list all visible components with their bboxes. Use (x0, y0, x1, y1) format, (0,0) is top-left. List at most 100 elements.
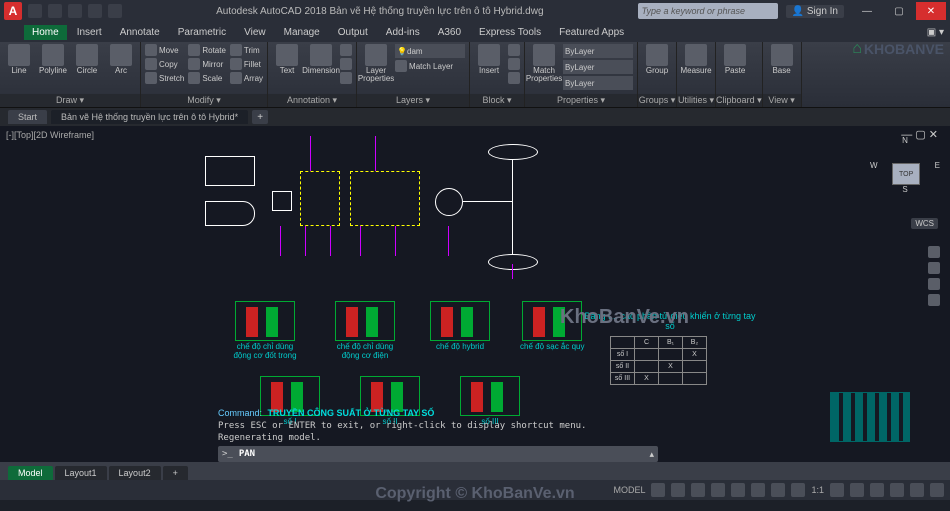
scale-button[interactable]: Scale (188, 72, 226, 84)
palette-toggle-icon[interactable]: ▣ ▾ (927, 27, 944, 38)
rotate-button[interactable]: Rotate (188, 44, 226, 56)
tab-start[interactable]: Start (8, 110, 47, 124)
mirror-button[interactable]: Mirror (188, 58, 226, 70)
measure-button[interactable]: Measure (681, 44, 711, 75)
wcs-badge[interactable]: WCS (911, 218, 938, 229)
line-button[interactable]: Line (4, 44, 34, 75)
arc-button[interactable]: Arc (106, 44, 136, 75)
paste-button[interactable]: Paste (720, 44, 750, 75)
hardware-accel-icon[interactable] (890, 483, 904, 497)
zoom-icon[interactable] (928, 278, 940, 290)
isolate-icon[interactable] (870, 483, 884, 497)
leader-icon[interactable] (340, 44, 352, 56)
layer-dropdown[interactable]: 💡 dam (395, 44, 465, 58)
layer-properties-button[interactable]: Layer Properties (361, 44, 391, 83)
dimension-button[interactable]: Dimension (306, 44, 336, 75)
mtext-icon[interactable] (340, 72, 352, 84)
command-line[interactable]: >_ PAN ▴ (218, 446, 658, 462)
help-search-input[interactable]: Type a keyword or phrase (638, 3, 778, 19)
tab-featured[interactable]: Featured Apps (551, 25, 632, 40)
lineweight-dropdown[interactable]: ByLayer (563, 60, 633, 74)
nav-wheel-icon[interactable] (928, 246, 940, 258)
qat-redo[interactable] (108, 4, 122, 18)
minimize-button[interactable]: — (852, 2, 882, 20)
maximize-button[interactable]: ▢ (884, 2, 914, 20)
base-button[interactable]: Base (767, 44, 797, 75)
tab-active-file[interactable]: Bản vẽ Hệ thống truyền lực trên ô tô Hyb… (51, 110, 248, 124)
compass-top-face[interactable]: TOP (892, 163, 920, 185)
match-layer-button[interactable]: Match Layer (395, 60, 465, 72)
trim-button[interactable]: Trim (230, 44, 263, 56)
group-button[interactable]: Group (642, 44, 672, 75)
tab-insert[interactable]: Insert (69, 25, 110, 40)
color-dropdown[interactable]: ByLayer (563, 44, 633, 58)
panel-block-label[interactable]: Block ▾ (470, 94, 524, 107)
panel-view-label[interactable]: View ▾ (763, 94, 801, 107)
qat-open[interactable] (48, 4, 62, 18)
panel-properties-label[interactable]: Properties ▾ (525, 94, 637, 107)
tab-home[interactable]: Home (24, 25, 67, 40)
close-button[interactable]: ✕ (916, 2, 946, 20)
layout-add[interactable]: + (163, 466, 188, 480)
osnap-toggle-icon[interactable] (731, 483, 745, 497)
layout-model[interactable]: Model (8, 466, 53, 480)
signin-button[interactable]: 👤 Sign In (786, 5, 844, 18)
grid-toggle-icon[interactable] (651, 483, 665, 497)
panel-annotation-label[interactable]: Annotation ▾ (268, 94, 356, 107)
orbit-icon[interactable] (928, 294, 940, 306)
match-properties-button[interactable]: Match Properties (529, 44, 559, 83)
panel-draw-label[interactable]: Draw ▾ (0, 94, 140, 107)
create-block-icon[interactable] (508, 44, 520, 56)
pan-icon[interactable] (928, 262, 940, 274)
panel-utilities-label[interactable]: Utilities ▾ (677, 94, 715, 107)
customize-icon[interactable] (930, 483, 944, 497)
panel-layers-label[interactable]: Layers ▾ (357, 94, 469, 107)
copy-button[interactable]: Copy (145, 58, 184, 70)
circle-button[interactable]: Circle (72, 44, 102, 75)
text-button[interactable]: Text (272, 44, 302, 75)
layout-1[interactable]: Layout1 (55, 466, 107, 480)
tab-manage[interactable]: Manage (276, 25, 328, 40)
anno-scale[interactable]: 1:1 (811, 485, 824, 495)
qat-undo[interactable] (88, 4, 102, 18)
otrack-toggle-icon[interactable] (751, 483, 765, 497)
attr-icon[interactable] (508, 72, 520, 84)
new-tab-button[interactable]: + (252, 110, 268, 124)
transparency-toggle-icon[interactable] (791, 483, 805, 497)
layout-2[interactable]: Layout2 (109, 466, 161, 480)
clean-screen-icon[interactable] (910, 483, 924, 497)
fillet-button[interactable]: Fillet (230, 58, 263, 70)
linetype-dropdown[interactable]: ByLayer (563, 76, 633, 90)
tab-output[interactable]: Output (330, 25, 376, 40)
stretch-button[interactable]: Stretch (145, 72, 184, 84)
tab-a360[interactable]: A360 (430, 25, 469, 40)
view-cube[interactable]: N W TOP E S (870, 136, 940, 216)
panel-groups-label[interactable]: Groups ▾ (638, 94, 676, 107)
anno-monitor-icon[interactable] (850, 483, 864, 497)
tab-parametric[interactable]: Parametric (170, 25, 234, 40)
command-expand-icon[interactable]: ▴ (649, 449, 654, 460)
qat-save[interactable] (68, 4, 82, 18)
ortho-toggle-icon[interactable] (691, 483, 705, 497)
tab-addins[interactable]: Add-ins (378, 25, 428, 40)
edit-block-icon[interactable] (508, 58, 520, 70)
polyline-button[interactable]: Polyline (38, 44, 68, 75)
move-button[interactable]: Move (145, 44, 184, 56)
tab-express[interactable]: Express Tools (471, 25, 549, 40)
compass-s[interactable]: S (870, 185, 940, 194)
compass-w[interactable]: W (870, 161, 878, 170)
insert-button[interactable]: Insert (474, 44, 504, 75)
panel-modify-label[interactable]: Modify ▾ (141, 94, 267, 107)
snap-toggle-icon[interactable] (671, 483, 685, 497)
array-button[interactable]: Array (230, 72, 263, 84)
drawing-viewport[interactable]: [-][Top][2D Wireframe] — ▢ ✕ (0, 126, 950, 462)
status-model[interactable]: MODEL (613, 485, 645, 495)
app-logo[interactable]: A (4, 2, 22, 20)
qat-new[interactable] (28, 4, 42, 18)
drawing-canvas[interactable]: chế độ chỉ dùng động cơ đốt trong chế độ… (0, 126, 950, 462)
table-icon[interactable] (340, 58, 352, 70)
lwt-toggle-icon[interactable] (771, 483, 785, 497)
panel-clipboard-label[interactable]: Clipboard ▾ (716, 94, 762, 107)
workspace-icon[interactable] (830, 483, 844, 497)
tab-annotate[interactable]: Annotate (112, 25, 168, 40)
